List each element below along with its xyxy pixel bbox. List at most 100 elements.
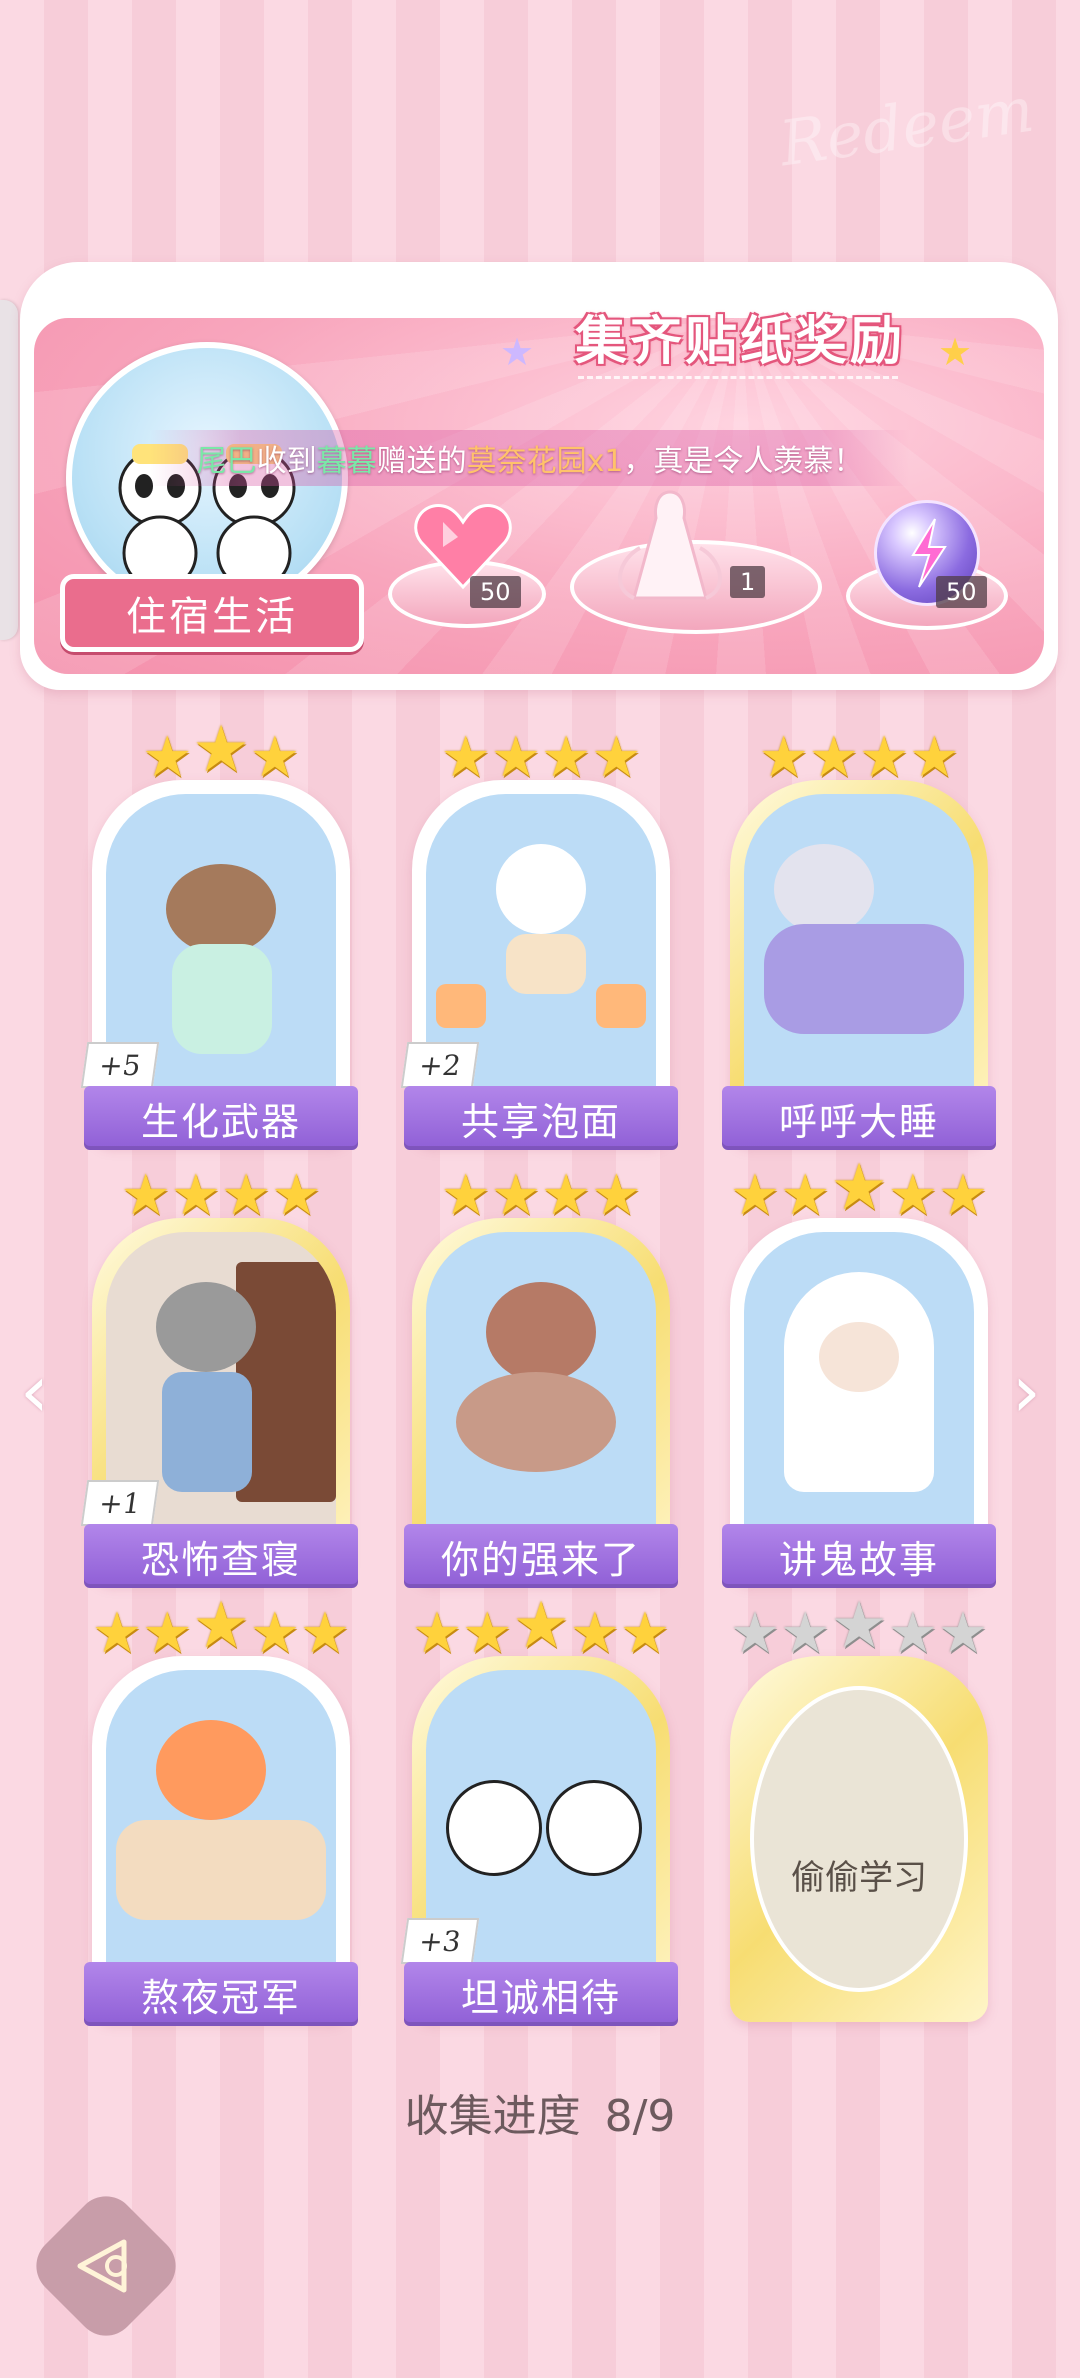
watermark-text: Redeem — [774, 72, 1038, 181]
locked-sticker-slot: 偷偷学习 — [750, 1686, 968, 1992]
back-button[interactable] — [23, 2183, 189, 2349]
star-icon: ★ — [271, 1163, 322, 1228]
progress-label: 收集进度 — [404, 2091, 581, 2142]
star-icon: ★ — [729, 1601, 781, 1666]
star-icon: ★ — [541, 1163, 592, 1228]
ghost-story-art — [744, 1232, 974, 1536]
cockroach-art — [426, 1232, 656, 1536]
star-icon: ★ — [249, 1601, 300, 1666]
star-icon: ★ — [490, 725, 541, 790]
star-icon: ★ — [142, 725, 193, 790]
star-icon: ★ — [440, 725, 491, 790]
star-icon: ★ — [591, 1163, 642, 1228]
ticker-text1: 收到 — [256, 444, 317, 479]
star-icon: ★ — [937, 1601, 989, 1666]
ticker-item: 莫奈花园x1 — [466, 444, 624, 479]
prev-page-arrow-icon[interactable]: ‹ — [20, 1355, 60, 1427]
art-head — [496, 844, 586, 934]
star-icon: ★ — [541, 725, 592, 790]
art-body — [456, 1372, 616, 1472]
sticker-name: 熬夜冠军 — [84, 1962, 358, 2026]
sticker-name: 生化武器 — [84, 1086, 358, 1150]
dorm-label[interactable]: 住宿生活 — [60, 574, 364, 652]
duplicate-count-badge: +2 — [400, 1042, 480, 1088]
art-bed — [116, 1820, 326, 1920]
sticker-name: 讲鬼故事 — [722, 1524, 996, 1588]
star-icon: ★ — [937, 1163, 989, 1228]
star-icon: ★ — [221, 1163, 272, 1228]
purple-star-icon: ★ — [500, 330, 535, 374]
star-icon: ★ — [249, 725, 300, 790]
all-nighter-art — [106, 1670, 336, 1974]
art-hair — [156, 1720, 266, 1820]
sleeping-boy-art — [744, 794, 974, 1098]
sticker-name: 共享泡面 — [404, 1086, 678, 1150]
sticker-card[interactable]: ★ ★ ★ ★ +1 恐怖查寝 — [80, 1168, 358, 1588]
star-icon: ★ — [192, 713, 250, 787]
sticker-name: 呼呼大睡 — [722, 1086, 996, 1150]
star-icon: ★ — [440, 1163, 491, 1228]
ticker-text2: 赠送的 — [376, 444, 467, 479]
dress-outfit-icon[interactable] — [600, 488, 740, 608]
sticker-card[interactable]: ★ ★ ★ ★ ★ 熬夜冠军 — [84, 1594, 358, 2026]
progress-value: 8/9 — [604, 2091, 676, 2142]
sticker-card[interactable]: ★ ★ ★ ★ 呼呼大睡 — [722, 730, 996, 1150]
gold-star-icon: ★ — [938, 330, 973, 374]
star-icon: ★ — [512, 1589, 570, 1663]
star-rating: ★ ★ ★ — [92, 718, 350, 790]
star-icon: ★ — [830, 1151, 888, 1225]
sticker-name: 恐怖查寝 — [84, 1524, 358, 1588]
art-head — [774, 844, 874, 934]
art-body — [162, 1372, 252, 1492]
title-underline — [578, 376, 898, 379]
star-icon: ★ — [142, 1601, 193, 1666]
art-bowl — [506, 934, 586, 994]
art-panda — [546, 1780, 642, 1876]
star-rating: ★ ★ ★ ★ ★ — [91, 1594, 351, 1666]
star-icon: ★ — [170, 1163, 221, 1228]
star-icon: ★ — [120, 1163, 171, 1228]
sticker-name: 你的强来了 — [404, 1524, 678, 1588]
side-panel-edge[interactable] — [0, 300, 18, 640]
duplicate-count-badge: +1 — [80, 1480, 160, 1526]
star-rating: ★ ★ ★ ★ — [92, 1168, 350, 1224]
star-icon: ★ — [462, 1601, 513, 1666]
sticker-card-locked[interactable]: 偷偷学习 ★ ★ ★ ★ ★ — [730, 1594, 988, 2022]
star-icon: ★ — [758, 725, 809, 790]
star-icon: ★ — [909, 725, 960, 790]
art-blanket — [764, 924, 964, 1034]
star-rating: ★ ★ ★ ★ ★ — [729, 1594, 989, 1666]
collection-progress: 收集进度 8/9 — [0, 2080, 1080, 2144]
next-page-arrow-icon[interactable]: › — [1012, 1355, 1052, 1427]
star-icon: ★ — [91, 1601, 143, 1666]
star-rating: ★ ★ ★ ★ — [730, 730, 988, 786]
locked-sticker-name: 偷偷学习 — [791, 1858, 927, 1898]
star-rating: ★ ★ ★ ★ ★ — [730, 1156, 989, 1228]
sticker-card[interactable]: ★ ★ ★ ★ 你的强来了 — [404, 1168, 678, 1588]
art-cup — [596, 984, 646, 1028]
star-icon: ★ — [591, 725, 642, 790]
reward-count: 50 — [470, 576, 521, 608]
star-icon: ★ — [192, 1589, 250, 1663]
star-rating: ★ ★ ★ ★ — [412, 730, 670, 786]
sticker-card[interactable]: ★ ★ ★ ★ ★ 讲鬼故事 — [722, 1156, 996, 1588]
sticker-card[interactable]: ★ ★ ★ ★ +2 共享泡面 — [400, 730, 678, 1150]
star-icon: ★ — [569, 1601, 620, 1666]
star-icon: ★ — [780, 1601, 831, 1666]
sticker-card[interactable]: ★ ★ ★ +5 生化武器 — [80, 718, 358, 1150]
art-cup — [436, 984, 486, 1028]
star-rating: ★ ★ ★ ★ — [412, 1168, 670, 1224]
star-rating: ★ ★ ★ ★ ★ — [412, 1594, 671, 1666]
star-icon: ★ — [780, 1163, 831, 1228]
star-icon: ★ — [619, 1601, 671, 1666]
star-icon: ★ — [299, 1601, 351, 1666]
duplicate-count-badge: +3 — [400, 1918, 480, 1964]
ticker-receiver: 暮暮 — [316, 444, 377, 479]
art-body — [172, 944, 272, 1054]
star-icon: ★ — [887, 1163, 938, 1228]
ticker-text3: ，真是令人羡慕！ — [623, 444, 864, 479]
star-icon: ★ — [887, 1601, 938, 1666]
sticker-card[interactable]: ★ ★ ★ ★ ★ +3 坦诚相待 — [400, 1594, 678, 2026]
art-face — [819, 1322, 899, 1392]
reward-count: 50 — [936, 576, 987, 608]
